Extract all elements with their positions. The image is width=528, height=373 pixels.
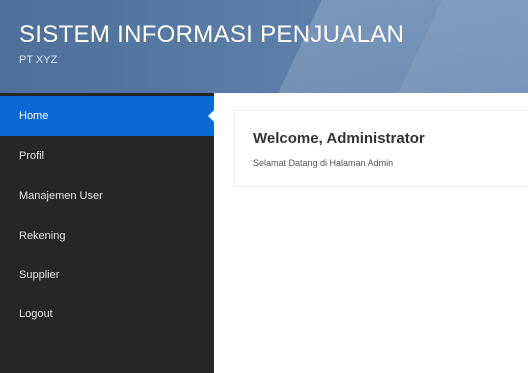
sidebar-item-label: Manajemen User [19,190,103,202]
welcome-title: Welcome, Administrator [253,130,425,147]
sidebar-item-supplier[interactable]: Supplier [0,255,214,295]
welcome-panel: Welcome, Administrator Selamat Datang di… [234,110,528,187]
app-title: SISTEM INFORMASI PENJUALAN [19,21,405,48]
sidebar-item-label: Profil [19,150,45,162]
sidebar-item-logout[interactable]: Logout [0,294,214,334]
sidebar-item-profil[interactable]: Profil [0,136,214,176]
sidebar-item-manajemen-user[interactable]: Manajemen User [0,176,214,216]
sidebar-item-label: Logout [19,308,53,320]
welcome-message: Selamat Datang di Halaman Admin [253,158,394,168]
sidebar-item-label: Home [19,110,49,122]
sidebar-item-home[interactable]: Home [0,96,215,136]
sidebar-item-label: Supplier [19,269,60,281]
main-content: Welcome, Administrator Selamat Datang di… [214,93,528,373]
sidebar-item-rekening[interactable]: Rekening [0,216,214,256]
app-header: SISTEM INFORMASI PENJUALAN PT XYZ [0,0,528,93]
sidebar-item-label: Rekening [19,230,66,242]
company-name: PT XYZ [19,54,58,66]
sidebar: Home Profil Manajemen User Rekening Supp… [0,93,215,373]
